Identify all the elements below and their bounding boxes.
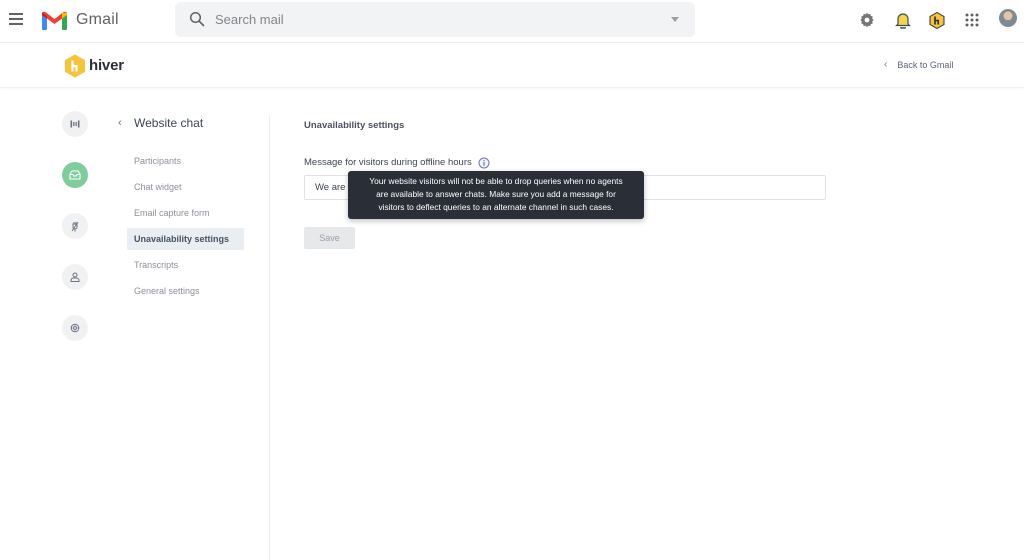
apps-grid-icon[interactable]	[962, 10, 982, 30]
tooltip-line: Your website visitors will not be able t…	[369, 176, 623, 186]
info-tooltip: Your website visitors will not be able t…	[348, 171, 644, 219]
tooltip-line: are available to answer chats. Make sure…	[376, 189, 616, 199]
chevron-left-icon: ‹	[884, 59, 888, 70]
save-button[interactable]: Save	[304, 227, 355, 249]
nav-item-transcripts[interactable]: Transcripts	[127, 254, 244, 276]
nav-item-email-capture-form[interactable]: Email capture form	[127, 202, 244, 224]
search-input[interactable]	[215, 2, 635, 37]
menu-icon[interactable]	[9, 13, 23, 25]
back-to-gmail-label: Back to Gmail	[897, 59, 954, 70]
rail-users[interactable]	[62, 264, 88, 290]
divider	[269, 115, 270, 560]
notifications-bell-icon[interactable]	[893, 10, 913, 30]
hiver-header: hiver ‹ Back to Gmail	[0, 44, 1024, 88]
rail-integrations[interactable]	[62, 213, 88, 239]
columns-icon	[70, 120, 80, 128]
inbox-icon	[69, 170, 81, 180]
gear-icon	[70, 323, 80, 333]
rail-shared-inbox[interactable]	[62, 111, 88, 137]
nav-item-general-settings[interactable]: General settings	[127, 280, 244, 302]
nav-back-chevron-icon[interactable]: ‹	[118, 117, 122, 129]
offline-message-label: Message for visitors during offline hour…	[304, 157, 472, 168]
info-icon[interactable]	[478, 157, 490, 169]
hiver-brand-name: hiver	[89, 57, 124, 74]
tooltip-line: visitors to deflect queries to an altern…	[378, 202, 614, 212]
back-to-gmail-link[interactable]: ‹ Back to Gmail	[884, 59, 953, 70]
hiver-extension-icon[interactable]	[927, 10, 947, 30]
gmail-app-name: Gmail	[76, 11, 119, 28]
nav-item-unavailability-settings[interactable]: Unavailability settings	[127, 228, 244, 250]
search-options-dropdown-icon[interactable]	[671, 17, 679, 22]
nav-title: Website chat	[134, 116, 204, 130]
nav-item-chat-widget[interactable]: Chat widget	[127, 176, 244, 198]
section-title: Unavailability settings	[304, 120, 405, 131]
account-avatar[interactable]	[999, 9, 1017, 27]
user-icon	[70, 272, 80, 282]
hiver-logo-icon	[65, 54, 85, 78]
gmail-logo-icon[interactable]	[42, 11, 67, 30]
search-icon[interactable]	[189, 11, 205, 27]
settings-gear-icon[interactable]	[857, 10, 877, 30]
rail-website-chat[interactable]	[62, 162, 88, 188]
nav-item-participants[interactable]: Participants	[127, 150, 244, 172]
gmail-top-bar: Gmail	[0, 0, 1024, 43]
search-bar[interactable]	[175, 2, 695, 37]
rail-settings[interactable]	[62, 315, 88, 341]
plug-icon	[71, 221, 79, 231]
